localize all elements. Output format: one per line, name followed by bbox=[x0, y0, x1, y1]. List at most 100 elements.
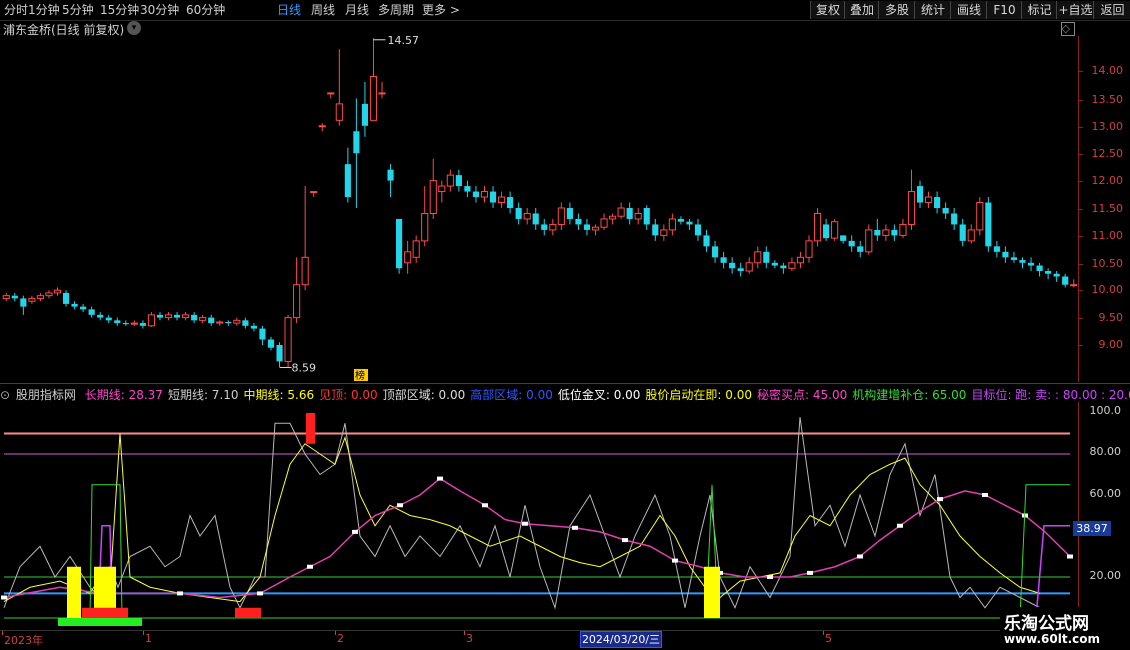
price-tick: 13.00 bbox=[1091, 120, 1124, 133]
toolbar-button[interactable]: 复权 bbox=[810, 1, 845, 19]
watermark-title: 乐淘公式网 bbox=[1004, 614, 1089, 634]
indicator-value: 低位金叉: 0.00 bbox=[557, 388, 641, 402]
candle-body bbox=[114, 320, 121, 324]
watermark: 乐淘公式网 www.60lt.com bbox=[1000, 607, 1130, 650]
period-tab[interactable]: 月线 bbox=[345, 2, 369, 18]
candle-body bbox=[780, 265, 787, 269]
candle-body bbox=[541, 224, 548, 230]
toolbar-button[interactable]: 返回 bbox=[1093, 1, 1130, 19]
candle-body bbox=[1002, 251, 1009, 258]
candle-body bbox=[404, 251, 412, 264]
indicator-header: ⊙ 股朋指标网 长期线: 28.37 短期线: 7.10 中期线: 5.66 见顶: … bbox=[0, 386, 1130, 402]
candle-body bbox=[754, 251, 762, 264]
long-term-marker bbox=[622, 538, 628, 543]
candle-body bbox=[335, 103, 343, 121]
candle-body bbox=[515, 208, 522, 219]
period-tab[interactable]: 30分钟 bbox=[140, 2, 179, 18]
window-layout-icon[interactable] bbox=[1061, 22, 1075, 36]
panel-divider bbox=[0, 383, 1130, 384]
candle-body bbox=[882, 229, 890, 236]
period-tab[interactable]: 60分钟 bbox=[186, 2, 225, 18]
period-tab[interactable]: 日线 bbox=[277, 2, 301, 18]
period-tab[interactable]: 更多 > bbox=[422, 2, 460, 18]
candlestick-chart[interactable]: 14.57 8.59 榜 bbox=[0, 36, 1078, 382]
candle-body bbox=[216, 321, 224, 324]
period-tab[interactable]: 15分钟 bbox=[100, 2, 139, 18]
candle-body bbox=[1010, 257, 1018, 261]
candle-body bbox=[805, 240, 813, 258]
price-tick: 11.00 bbox=[1091, 229, 1124, 242]
price-tick: 9.00 bbox=[1098, 338, 1124, 351]
chevron-down-icon[interactable]: ▾ bbox=[127, 21, 141, 35]
candle-body bbox=[438, 185, 446, 193]
toolbar-button[interactable]: 标记 bbox=[1021, 1, 1057, 19]
candle-body bbox=[369, 75, 378, 121]
candle-body bbox=[1036, 265, 1043, 272]
candle-body bbox=[20, 298, 27, 307]
period-tab[interactable]: 5分钟 bbox=[62, 2, 94, 18]
current-value-badge: 38.97 bbox=[1073, 521, 1111, 536]
candle-body bbox=[412, 240, 420, 258]
long-term-marker bbox=[482, 503, 488, 508]
toolbar-button[interactable]: 叠加 bbox=[844, 1, 879, 19]
toolbar-button[interactable]: 统计 bbox=[914, 1, 951, 19]
candle-body bbox=[985, 202, 992, 247]
date-tick: 3 bbox=[466, 632, 473, 645]
candle-body bbox=[429, 180, 437, 214]
toolbar-button[interactable]: F10 bbox=[986, 1, 1022, 19]
candle-body bbox=[831, 221, 839, 239]
long-term-line bbox=[3, 477, 1071, 599]
candle-body bbox=[976, 202, 984, 231]
rank-marker-label: 榜 bbox=[355, 369, 365, 382]
indicator-tick: 20.00 bbox=[1089, 569, 1122, 582]
long-term-marker bbox=[177, 591, 183, 596]
candle-body bbox=[191, 314, 198, 321]
candle-body bbox=[532, 213, 539, 225]
candle-body bbox=[916, 186, 924, 203]
long-term-marker bbox=[572, 525, 578, 530]
candle-body bbox=[62, 292, 70, 304]
candle-body bbox=[480, 191, 489, 198]
candle-body bbox=[951, 213, 958, 225]
indicator-value: 秘密买点: 45.00 bbox=[757, 388, 848, 402]
signal-bar bbox=[704, 566, 720, 618]
toolbar-button[interactable]: 画线 bbox=[950, 1, 987, 19]
period-tab[interactable]: 分时 bbox=[4, 2, 28, 18]
candle-body bbox=[934, 197, 941, 208]
candle-body bbox=[609, 215, 617, 220]
candle-body bbox=[771, 262, 778, 266]
candle-body bbox=[924, 196, 933, 204]
candle-body bbox=[1053, 273, 1060, 277]
price-tick-mark bbox=[1079, 154, 1083, 155]
price-axis: 14.00 13.50 13.00 12.50 12.00 11.50 11.00 10.50… bbox=[1078, 36, 1130, 382]
period-tab[interactable]: 1分钟 bbox=[28, 2, 60, 18]
toolbar-button[interactable]: +自选 bbox=[1056, 1, 1094, 19]
candle-body bbox=[489, 191, 497, 203]
candle-body bbox=[421, 212, 429, 242]
period-tab[interactable]: 多周期 bbox=[378, 2, 414, 18]
date-tick-mark bbox=[2, 631, 3, 635]
long-term-marker bbox=[767, 575, 773, 579]
candle-body bbox=[361, 103, 369, 126]
indicator-value: 高部区域: 0.00 bbox=[470, 388, 553, 402]
candle-body bbox=[694, 224, 702, 236]
long-term-marker bbox=[437, 476, 443, 481]
price-tick-mark bbox=[1079, 318, 1083, 319]
candle-body bbox=[711, 246, 719, 258]
period-tab[interactable]: 周线 bbox=[311, 2, 335, 18]
candle-body bbox=[130, 322, 138, 325]
candle-body bbox=[497, 196, 506, 204]
candle-body bbox=[643, 208, 650, 225]
toolbar-button[interactable]: 多股 bbox=[878, 1, 915, 19]
long-term-marker bbox=[307, 564, 313, 569]
candle-body bbox=[455, 175, 462, 187]
long-term-marker bbox=[1067, 554, 1073, 559]
candle-body bbox=[71, 303, 78, 307]
candle-body bbox=[993, 246, 1000, 252]
candle-body bbox=[88, 309, 95, 315]
candle-body bbox=[874, 229, 881, 236]
indicator-chart[interactable] bbox=[0, 402, 1078, 628]
candle-body bbox=[1062, 276, 1069, 285]
indicator-settings-icon[interactable]: ⊙ bbox=[0, 388, 10, 402]
candle-body bbox=[848, 240, 855, 247]
